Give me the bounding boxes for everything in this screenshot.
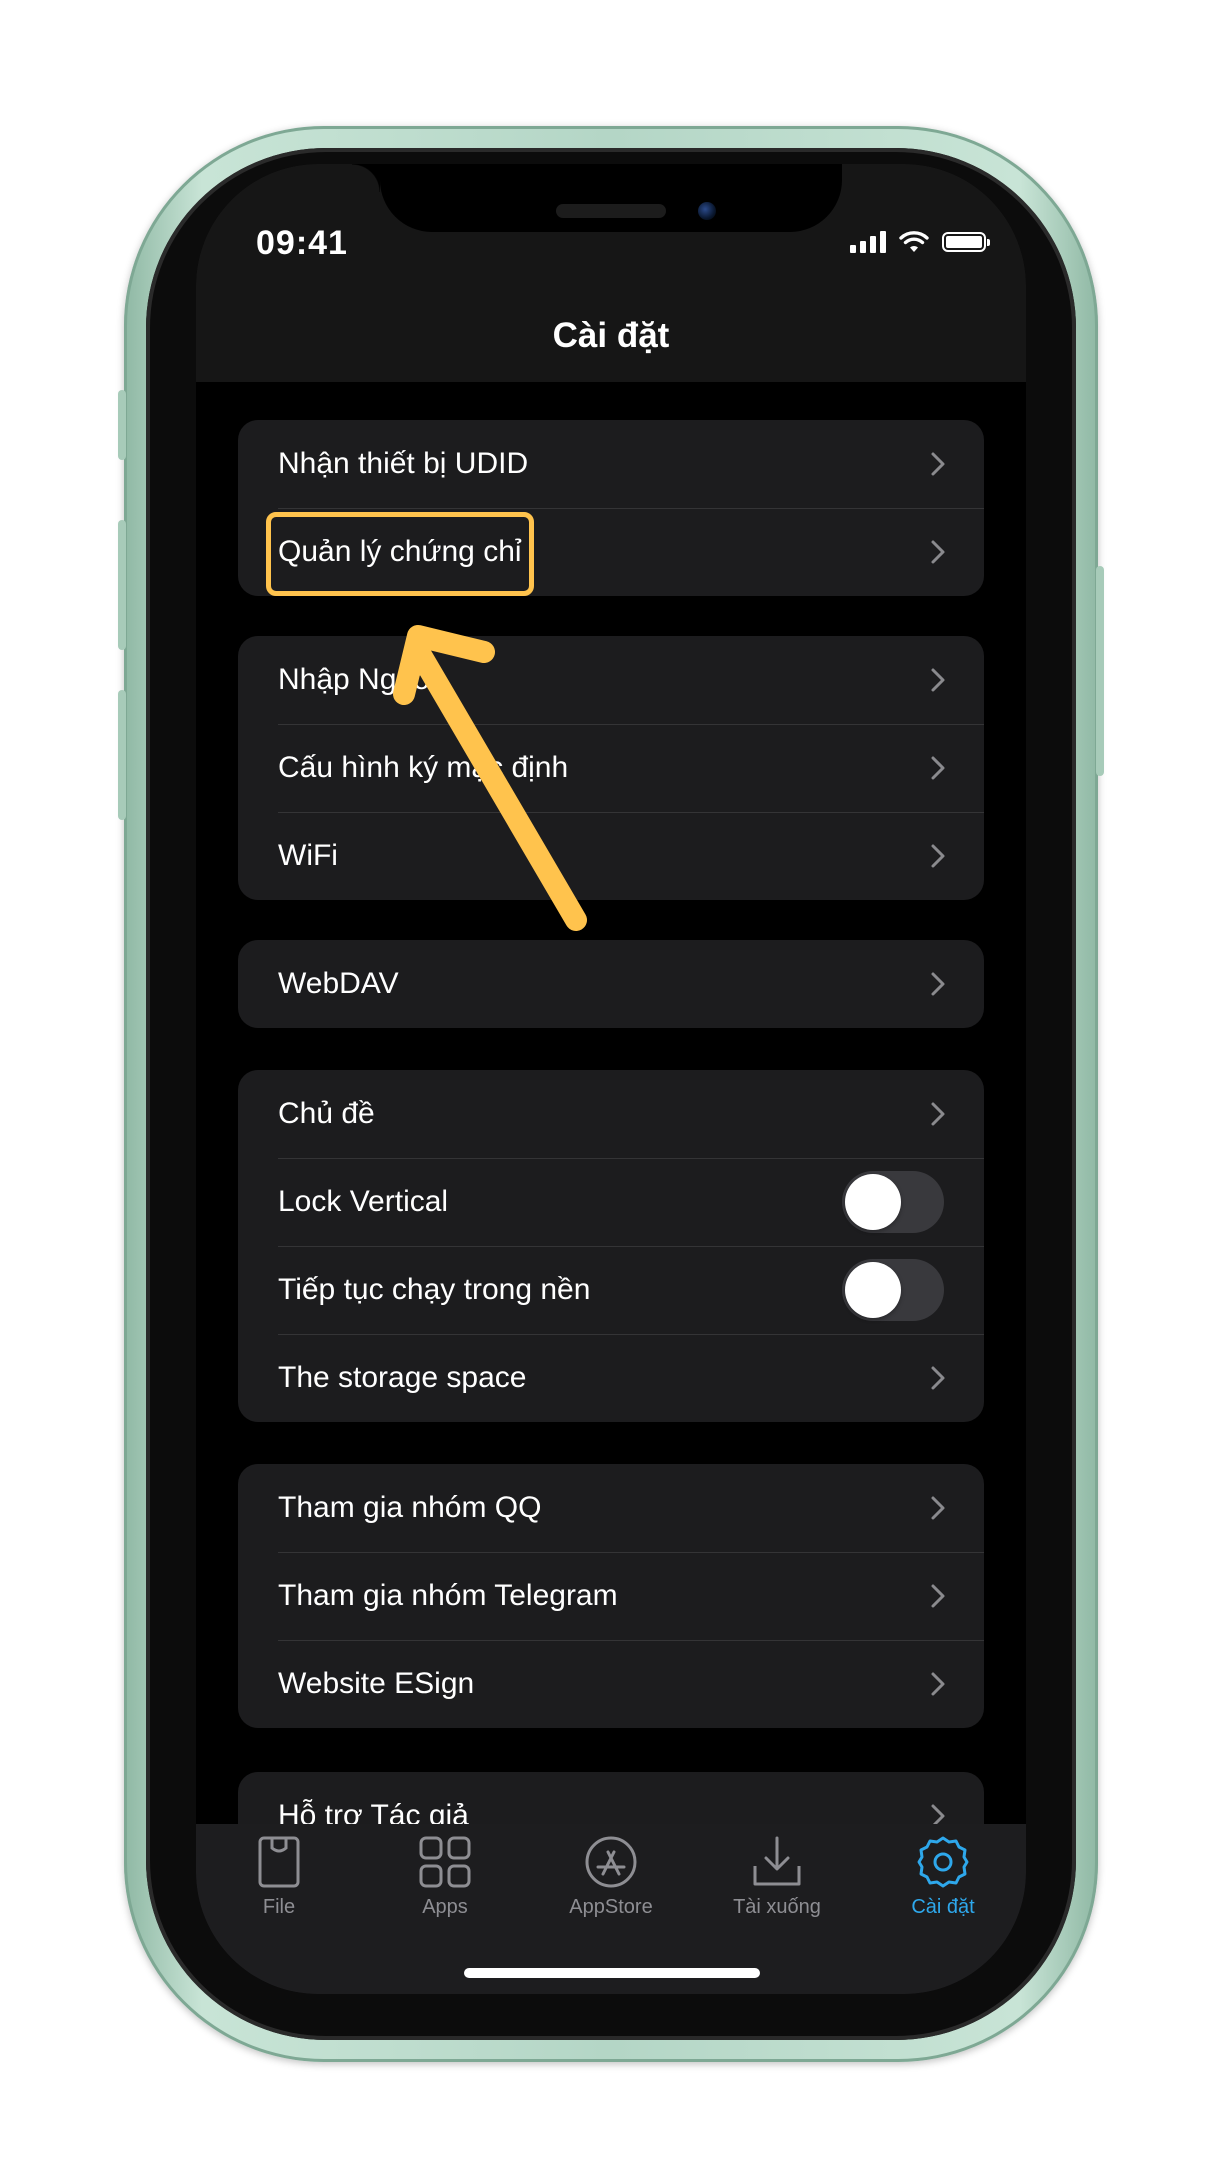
tab-downloads[interactable]: Tài xuống — [694, 1834, 860, 1919]
tab-bar: File Apps AppStore Tài xuống Cài đặt — [196, 1824, 1026, 1994]
tab-settings[interactable]: Cài đặt — [860, 1834, 1026, 1919]
apps-grid-icon — [419, 1836, 471, 1888]
tab-label: File — [262, 1896, 296, 1918]
highlight-box — [266, 512, 534, 596]
row-label: Lock Vertical — [278, 1185, 449, 1218]
row-label: Chủ đề — [278, 1097, 375, 1130]
earpiece-speaker — [556, 204, 666, 218]
chevron-right-icon — [931, 844, 945, 868]
row-wifi[interactable]: WiFi — [238, 812, 984, 900]
chevron-right-icon — [931, 1496, 945, 1520]
lock-vertical-toggle[interactable] — [842, 1171, 944, 1233]
tab-label: AppStore — [569, 1896, 653, 1918]
appstore-icon — [585, 1836, 637, 1888]
battery-icon — [942, 232, 990, 252]
front-camera — [698, 202, 716, 220]
row-label: Tiếp tục chạy trong nền — [278, 1273, 591, 1306]
tab-label: Apps — [422, 1896, 468, 1918]
tab-file[interactable]: File — [196, 1834, 362, 1919]
page-title: Cài đặt — [552, 316, 670, 355]
row-theme[interactable]: Chủ đề — [238, 1070, 984, 1158]
cellular-signal-icon — [850, 231, 886, 253]
row-webdav[interactable]: WebDAV — [238, 940, 984, 1028]
settings-group-preferences: Chủ đề Lock Vertical Tiếp tục chạy trong… — [238, 1070, 984, 1422]
download-icon — [753, 1836, 801, 1886]
mute-switch — [118, 390, 126, 460]
volume-down-button — [118, 690, 126, 820]
screen: Cài đặt 09:41 Nhận thiết bị UDID Quản lý… — [196, 164, 1026, 1994]
tab-appstore[interactable]: AppStore — [528, 1834, 694, 1919]
notch — [352, 164, 842, 232]
background-run-toggle[interactable] — [842, 1259, 944, 1321]
row-join-qq[interactable]: Tham gia nhóm QQ — [238, 1464, 984, 1552]
row-label: Nhập Nguồn — [278, 663, 447, 696]
chevron-right-icon — [931, 1584, 945, 1608]
chevron-right-icon — [931, 452, 945, 476]
settings-group-community: Tham gia nhóm QQ Tham gia nhóm Telegram … — [238, 1464, 984, 1728]
tab-label: Cài đặt — [911, 1896, 975, 1918]
toggle-knob — [845, 1174, 901, 1230]
gear-icon — [917, 1836, 969, 1888]
toggle-knob — [845, 1262, 901, 1318]
row-label: WiFi — [278, 839, 338, 872]
chevron-right-icon — [931, 972, 945, 996]
tab-label: Tài xuống — [733, 1896, 821, 1918]
row-lock-vertical: Lock Vertical — [238, 1158, 984, 1246]
wifi-icon — [899, 231, 929, 252]
chevron-right-icon — [931, 1102, 945, 1126]
volume-up-button — [118, 520, 126, 650]
row-storage-space[interactable]: The storage space — [238, 1334, 984, 1422]
status-icons — [850, 230, 990, 254]
row-label: Cấu hình ký mặc định — [278, 751, 569, 784]
row-background-run: Tiếp tục chạy trong nền — [238, 1246, 984, 1334]
row-label: Website ESign — [278, 1667, 475, 1700]
row-import-source[interactable]: Nhập Nguồn — [238, 636, 984, 724]
tab-apps[interactable]: Apps — [362, 1834, 528, 1919]
settings-group-webdav: WebDAV — [238, 940, 984, 1028]
file-icon — [258, 1836, 300, 1888]
power-button — [1096, 566, 1104, 776]
row-default-signing-config[interactable]: Cấu hình ký mặc định — [238, 724, 984, 812]
chevron-right-icon — [931, 1672, 945, 1696]
home-indicator — [464, 1968, 760, 1978]
row-get-udid[interactable]: Nhận thiết bị UDID — [238, 420, 984, 508]
row-join-telegram[interactable]: Tham gia nhóm Telegram — [238, 1552, 984, 1640]
row-label: Tham gia nhóm Telegram — [278, 1579, 618, 1612]
row-website-esign[interactable]: Website ESign — [238, 1640, 984, 1728]
row-label: The storage space — [278, 1361, 527, 1394]
row-label: Nhận thiết bị UDID — [278, 447, 529, 480]
chevron-right-icon — [931, 540, 945, 564]
status-time: 09:41 — [256, 224, 348, 262]
chevron-right-icon — [931, 668, 945, 692]
chevron-right-icon — [931, 756, 945, 780]
settings-group-sources: Nhập Nguồn Cấu hình ký mặc định WiFi — [238, 636, 984, 900]
row-label: Tham gia nhóm QQ — [278, 1491, 542, 1524]
row-label: WebDAV — [278, 967, 399, 1000]
chevron-right-icon — [931, 1366, 945, 1390]
